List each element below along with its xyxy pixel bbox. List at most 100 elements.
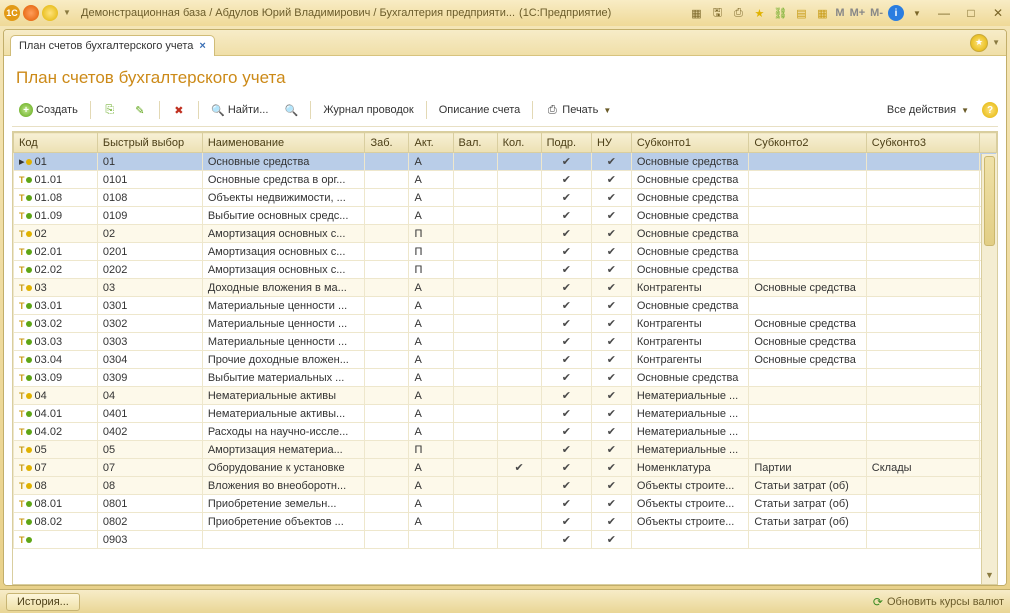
table-row[interactable]: T 0404Нематериальные активыА✔✔Нематериал…	[14, 387, 997, 405]
separator	[198, 101, 199, 119]
tb-calc-icon[interactable]: ▤	[793, 5, 809, 21]
copy-button[interactable]: ⎘	[96, 100, 124, 120]
column-header[interactable]: Субконто3	[866, 133, 979, 153]
column-header[interactable]: Код	[14, 133, 98, 153]
title-toolbar: ▦ 🖫 ⎙ ★ ⛓ ▤ ▦ M M+ M- i ▼ — □ ✕	[688, 5, 1006, 21]
info-icon[interactable]: i	[888, 5, 904, 21]
all-actions-button[interactable]: Все действия ▼	[880, 101, 976, 119]
table-row[interactable]: T 01.090109Выбытие основных средс...А✔✔О…	[14, 207, 997, 225]
delete-icon: ✖	[172, 103, 186, 117]
maximize-icon[interactable]: □	[963, 5, 979, 21]
tab-menu-icon[interactable]: ▼	[992, 38, 1000, 47]
tab-close-icon[interactable]: ×	[199, 40, 205, 52]
create-label: Создать	[36, 104, 78, 116]
table-row[interactable]: T 01.080108Объекты недвижимости, ...А✔✔О…	[14, 189, 997, 207]
find-button[interactable]: 🔍 Найти...	[204, 100, 276, 120]
tb-links-icon[interactable]: ⛓	[772, 5, 788, 21]
window-title: Демонстрационная база / Абдулов Юрий Вла…	[81, 7, 515, 19]
journal-button[interactable]: Журнал проводок	[316, 101, 420, 119]
scroll-down-icon[interactable]: ▼	[982, 570, 997, 584]
delete-button[interactable]: ✖	[165, 100, 193, 120]
tab-active[interactable]: План счетов бухгалтерского учета ×	[10, 35, 215, 56]
search-icon: 🔍	[211, 103, 225, 117]
chevron-down-icon: ▼	[961, 106, 969, 115]
minimize-icon[interactable]: —	[936, 5, 952, 21]
print-button[interactable]: ⎙ Печать ▼	[538, 100, 618, 120]
table-row[interactable]: T 03.020302Материальные ценности ...А✔✔К…	[14, 315, 997, 333]
clear-find-button[interactable]: 🔍	[277, 100, 305, 120]
table-row[interactable]: T 01.010101Основные средства в орг...А✔✔…	[14, 171, 997, 189]
tb-doc-icon[interactable]: ▦	[688, 5, 704, 21]
history-button[interactable]: История...	[6, 593, 80, 611]
table-row[interactable]: T 04.020402Расходы на научно-иссле...А✔✔…	[14, 423, 997, 441]
table-row[interactable]: T 03.090309Выбытие материальных ...А✔✔Ос…	[14, 369, 997, 387]
status-bar: История... ⟳ Обновить курсы валют	[0, 589, 1010, 613]
table-row[interactable]: T 0707Оборудование к установкеА✔✔✔Номенк…	[14, 459, 997, 477]
table-row[interactable]: T 03.010301Материальные ценности ...А✔✔О…	[14, 297, 997, 315]
help-icon[interactable]: ?	[982, 102, 998, 118]
workspace: План счетов бухгалтерского учета × ★ ▼ П…	[3, 29, 1007, 586]
scrollbar-thumb[interactable]	[984, 156, 995, 246]
window-title-suffix: (1С:Предприятие)	[519, 7, 611, 19]
find-label: Найти...	[228, 104, 269, 116]
tb-calendar-icon[interactable]: ▦	[814, 5, 830, 21]
separator	[532, 101, 533, 119]
tab-label: План счетов бухгалтерского учета	[19, 40, 193, 52]
refresh-label[interactable]: Обновить курсы валют	[887, 596, 1004, 608]
table-row[interactable]: T 04.010401Нематериальные активы...А✔✔Не…	[14, 405, 997, 423]
mem-mminus[interactable]: M-	[870, 5, 883, 21]
column-header[interactable]: Заб.	[365, 133, 409, 153]
all-actions-label: Все действия	[887, 104, 956, 116]
column-header[interactable]: Кол.	[497, 133, 541, 153]
app-logo-icon[interactable]: 1C	[4, 5, 20, 21]
tb-save-icon[interactable]: 🖫	[709, 5, 725, 21]
table-row[interactable]: T 0808Вложения во внеоборотн...А✔✔Объект…	[14, 477, 997, 495]
journal-label: Журнал проводок	[323, 104, 413, 116]
nav-fwd-icon[interactable]	[42, 5, 58, 21]
table-row[interactable]: T 02.010201Амортизация основных с...П✔✔О…	[14, 243, 997, 261]
clear-search-icon: 🔍	[284, 103, 298, 117]
nav-menu-icon[interactable]: ▼	[63, 8, 73, 18]
column-header[interactable]: Вал.	[453, 133, 497, 153]
info-menu-icon[interactable]: ▼	[909, 5, 925, 21]
table-row[interactable]: T 0505Амортизация нематериа...П✔✔Нематер…	[14, 441, 997, 459]
mem-m[interactable]: M	[835, 5, 844, 21]
table-row[interactable]: T 08.020802Приобретение объектов ...А✔✔О…	[14, 513, 997, 531]
table-row[interactable]: T 02.020202Амортизация основных с...П✔✔О…	[14, 261, 997, 279]
content: План счетов бухгалтерского учета + Созда…	[4, 56, 1006, 585]
tb-print-icon[interactable]: ⎙	[730, 5, 746, 21]
column-header[interactable]: Наименование	[202, 133, 365, 153]
printer-icon: ⎙	[545, 103, 559, 117]
title-bar: 1C ▼ Демонстрационная база / Абдулов Юри…	[0, 0, 1010, 26]
table-row[interactable]: T 0303Доходные вложения в ма...А✔✔Контра…	[14, 279, 997, 297]
create-button[interactable]: + Создать	[12, 100, 85, 120]
favorite-star-icon[interactable]: ★	[970, 34, 988, 52]
table-row[interactable]: T 08.010801Приобретение земельн...А✔✔Объ…	[14, 495, 997, 513]
column-header[interactable]: Субконто2	[749, 133, 866, 153]
separator	[159, 101, 160, 119]
page-title: План счетов бухгалтерского учета	[12, 62, 998, 98]
column-header[interactable]: Акт.	[409, 133, 453, 153]
column-header[interactable]: НУ	[591, 133, 631, 153]
column-header[interactable]: Быстрый выбор	[97, 133, 202, 153]
close-icon[interactable]: ✕	[990, 5, 1006, 21]
refresh-icon[interactable]: ⟳	[873, 595, 883, 609]
tb-fav-icon[interactable]: ★	[751, 5, 767, 21]
edit-button[interactable]: ✎	[126, 100, 154, 120]
table-row[interactable]: T 0903✔✔	[14, 531, 997, 549]
table-row[interactable]: T 03.040304Прочие доходные вложен...А✔✔К…	[14, 351, 997, 369]
separator	[426, 101, 427, 119]
print-label: Печать	[562, 104, 598, 116]
accounts-table[interactable]: КодБыстрый выборНаименованиеЗаб.Акт.Вал.…	[13, 132, 997, 549]
column-header[interactable]: Подр.	[541, 133, 591, 153]
table-row[interactable]: ▸ 0101Основные средстваА✔✔Основные средс…	[14, 153, 997, 171]
nav-back-icon[interactable]	[23, 5, 39, 21]
vertical-scrollbar[interactable]: ▼	[981, 154, 997, 584]
table-row[interactable]: T 03.030303Материальные ценности ...А✔✔К…	[14, 333, 997, 351]
mem-mplus[interactable]: M+	[850, 5, 866, 21]
desc-button[interactable]: Описание счета	[432, 101, 528, 119]
table-row[interactable]: T 0202Амортизация основных с...П✔✔Основн…	[14, 225, 997, 243]
copy-icon: ⎘	[103, 103, 117, 117]
pencil-icon: ✎	[133, 103, 147, 117]
column-header[interactable]: Субконто1	[631, 133, 748, 153]
